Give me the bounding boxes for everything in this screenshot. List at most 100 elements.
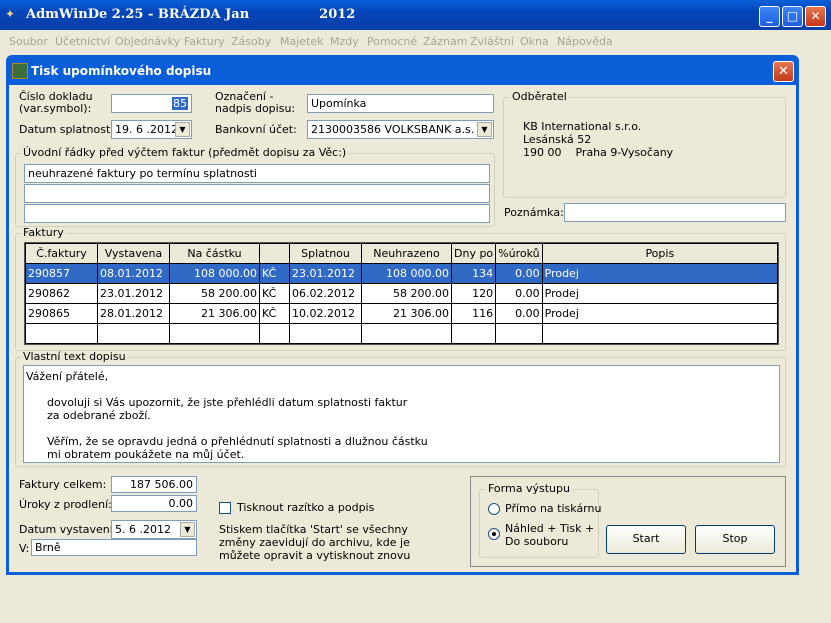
col-interest[interactable]: %úroků — [495, 243, 543, 264]
menu-soubor[interactable]: Soubor — [9, 35, 48, 48]
cell[interactable]: 108 000.00 — [361, 263, 452, 284]
menu-majetek[interactable]: Majetek — [280, 35, 324, 48]
output-radio-preview[interactable] — [488, 528, 500, 540]
menu-zaznam[interactable]: Záznam — [423, 35, 467, 48]
due-date-combo[interactable]: 19. 6 .2012 ▼ — [111, 120, 192, 139]
cell[interactable]: 28.01.2012 — [97, 303, 170, 324]
letter-line: dovoluji si Vás upozornit, že jste přehl… — [26, 396, 408, 409]
intro-line-2[interactable] — [24, 184, 490, 203]
cell[interactable]: 0.00 — [495, 263, 543, 284]
chevron-down-icon[interactable]: ▼ — [477, 122, 492, 137]
stamp-label: Tisknout razítko a podpis — [237, 501, 375, 514]
table-row[interactable]: 290862 23.01.2012 58 200.00 KČ 06.02.2012 58 … — [25, 283, 779, 304]
status-bar — [0, 600, 831, 623]
stop-button[interactable]: Stop — [695, 525, 775, 554]
col-due[interactable]: Splatnou — [289, 243, 362, 264]
cell[interactable]: KČ — [259, 303, 290, 324]
dialog-icon — [12, 63, 28, 79]
menu-ucetnictvi[interactable]: Účetnictví — [55, 35, 110, 48]
cell[interactable]: 290862 — [25, 283, 98, 304]
menu-pomocne[interactable]: Pomocné — [367, 35, 417, 48]
cell[interactable]: 290857 — [25, 263, 98, 284]
due-date-value: 19. 6 .2012 — [115, 123, 178, 136]
maximize-button[interactable]: □ — [782, 6, 803, 27]
col-invoice-no[interactable]: Č.faktury — [25, 243, 98, 264]
cell[interactable]: 0.00 — [495, 303, 543, 324]
customer-street: Lesánská 52 — [523, 133, 592, 146]
col-issued[interactable]: Vystavena — [97, 243, 170, 264]
cell[interactable]: KČ — [259, 283, 290, 304]
menu-okna[interactable]: Okna — [520, 35, 549, 48]
table-header: Č.faktury Vystavena Na částku Splatnou N… — [25, 243, 779, 264]
cell[interactable]: 58 200.00 — [361, 283, 452, 304]
menu-zasoby[interactable]: Zásoby — [231, 35, 271, 48]
heading-label: Označení - nadpis dopisu: — [215, 90, 296, 115]
cell[interactable]: 06.02.2012 — [289, 283, 362, 304]
app-year: 2012 — [319, 7, 356, 22]
letter-line: Vážení přátelé, — [26, 370, 109, 383]
due-date-label: Datum splatnosti: — [19, 123, 118, 136]
cell[interactable]: Prodej — [541, 263, 779, 284]
col-unpaid[interactable]: Neuhrazeno — [361, 243, 452, 264]
invoices-group-title: Faktury — [21, 226, 66, 239]
menu-napoveda[interactable]: Nápověda — [557, 35, 613, 48]
cell[interactable]: 10.02.2012 — [289, 303, 362, 324]
table-row-empty[interactable] — [25, 323, 779, 344]
cell[interactable]: 108 000.00 — [169, 263, 260, 284]
col-description[interactable]: Popis — [541, 243, 779, 264]
cell[interactable]: 134 — [450, 263, 497, 284]
menu-mzdy[interactable]: Mzdy — [330, 35, 359, 48]
interest-input[interactable]: 0.00 — [111, 495, 197, 512]
cell[interactable]: 08.01.2012 — [97, 263, 170, 284]
cell[interactable]: 23.01.2012 — [97, 283, 170, 304]
close-app-button[interactable]: ✕ — [805, 6, 826, 27]
letter-group-title: Vlastní text dopisu — [21, 350, 128, 363]
menu-faktury[interactable]: Faktury — [184, 35, 225, 48]
bank-combo[interactable]: 2130003586 VOLKSBANK a.s. 65 ▼ — [307, 120, 494, 139]
cell[interactable]: Prodej — [541, 303, 779, 324]
table-row[interactable]: 290865 28.01.2012 21 306.00 KČ 10.02.2012 21 … — [25, 303, 779, 324]
dialog-title: Tisk upomínkového dopisu — [31, 64, 212, 78]
col-currency[interactable] — [259, 243, 290, 264]
cell[interactable]: Prodej — [541, 283, 779, 304]
app-icon: ✦ — [5, 7, 16, 21]
doc-number-input[interactable]: 85 — [111, 94, 192, 113]
cell[interactable]: 120 — [450, 283, 497, 304]
minimize-button[interactable]: _ — [759, 6, 780, 27]
dialog-close-button[interactable]: ✕ — [773, 61, 794, 82]
cell[interactable]: KČ — [259, 263, 290, 284]
letter-textarea[interactable]: Vážení přátelé, dovoluji si Vás upozorni… — [23, 365, 780, 463]
intro-line-3[interactable] — [24, 204, 490, 223]
cell[interactable]: 21 306.00 — [169, 303, 260, 324]
menu-objednavky[interactable]: Objednávky — [115, 35, 180, 48]
place-input[interactable]: Brně — [31, 539, 197, 556]
intro-line-1[interactable]: neuhrazené faktury po termínu splatnosti — [24, 164, 490, 183]
issue-date-value: 5. 6 .2012 — [115, 523, 171, 536]
invoices-table[interactable]: Č.faktury Vystavena Na částku Splatnou N… — [24, 242, 779, 345]
cell[interactable]: 116 — [450, 303, 497, 324]
col-amount[interactable]: Na částku — [169, 243, 260, 264]
note-input[interactable] — [564, 203, 786, 222]
total-label: Faktury celkem: — [19, 478, 107, 491]
place-label: V: — [19, 542, 30, 555]
issue-date-combo[interactable]: 5. 6 .2012 ▼ — [111, 520, 197, 539]
chevron-down-icon[interactable]: ▼ — [175, 122, 190, 137]
cell[interactable]: 58 200.00 — [169, 283, 260, 304]
stamp-checkbox[interactable] — [219, 502, 231, 514]
chevron-down-icon[interactable]: ▼ — [180, 522, 195, 537]
cell[interactable]: 23.01.2012 — [289, 263, 362, 284]
heading-input[interactable]: Upomínka — [307, 94, 494, 113]
radio-dot — [492, 532, 496, 536]
output-radio-printer[interactable] — [488, 503, 500, 515]
col-days-overdue[interactable]: Dny po — [450, 243, 497, 264]
cell[interactable]: 290865 — [25, 303, 98, 324]
cell[interactable]: 0.00 — [495, 283, 543, 304]
note-label: Poznámka: — [504, 206, 564, 219]
cell[interactable]: 21 306.00 — [361, 303, 452, 324]
doc-number-value: 85 — [172, 97, 188, 110]
app-title: AdmWinDe 2.25 - BRÁZDA Jan 2012 — [26, 7, 355, 22]
menu-zvlastni[interactable]: Zvláštní — [470, 35, 514, 48]
letter-line — [26, 422, 777, 435]
table-row[interactable]: 290857 08.01.2012 108 000.00 KČ 23.01.2012 10… — [25, 263, 779, 284]
start-button[interactable]: Start — [606, 525, 686, 554]
